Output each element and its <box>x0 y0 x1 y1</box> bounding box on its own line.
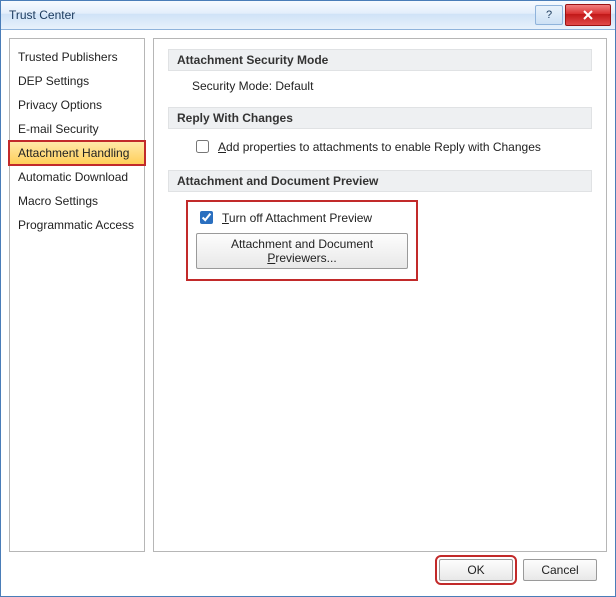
ok-button-label: OK <box>467 563 484 577</box>
close-button[interactable] <box>565 4 611 26</box>
security-mode-value: Default <box>275 79 313 93</box>
titlebar: Trust Center ? <box>1 1 615 30</box>
add-properties-label: Add properties to attachments to enable … <box>218 140 541 154</box>
dialog-body: Trusted Publishers DEP Settings Privacy … <box>1 30 615 596</box>
close-icon <box>582 10 594 20</box>
sidebar-item-label: Attachment Handling <box>18 146 129 160</box>
section-header-reply-changes: Reply With Changes <box>168 107 592 129</box>
add-properties-checkbox[interactable] <box>196 140 209 153</box>
window-title: Trust Center <box>9 8 75 22</box>
sidebar-item-programmatic-access[interactable]: Programmatic Access <box>10 213 144 237</box>
sidebar-item-automatic-download[interactable]: Automatic Download <box>10 165 144 189</box>
security-mode-line: Security Mode: Default <box>192 79 313 93</box>
panels: Trusted Publishers DEP Settings Privacy … <box>9 38 607 552</box>
ok-button[interactable]: OK <box>439 559 513 581</box>
sidebar-item-label: DEP Settings <box>18 74 89 88</box>
sidebar-item-label: Privacy Options <box>18 98 102 112</box>
sidebar-item-email-security[interactable]: E-mail Security <box>10 117 144 141</box>
cancel-button[interactable]: Cancel <box>523 559 597 581</box>
section-header-preview: Attachment and Document Preview <box>168 170 592 192</box>
sidebar-item-label: E-mail Security <box>18 122 99 136</box>
security-mode-label: Security Mode: <box>192 79 272 93</box>
dialog-footer: OK Cancel <box>9 552 607 588</box>
turn-off-preview-row[interactable]: Turn off Attachment Preview <box>196 208 408 227</box>
sidebar-item-label: Trusted Publishers <box>18 50 118 64</box>
turn-off-preview-label: Turn off Attachment Preview <box>222 211 372 225</box>
sidebar-item-label: Automatic Download <box>18 170 128 184</box>
help-icon: ? <box>546 9 552 21</box>
add-properties-row[interactable]: Add properties to attachments to enable … <box>192 137 582 156</box>
category-sidebar: Trusted Publishers DEP Settings Privacy … <box>9 38 145 552</box>
previewers-button[interactable]: Attachment and Document Previewers... <box>196 233 408 269</box>
sidebar-item-dep-settings[interactable]: DEP Settings <box>10 69 144 93</box>
content-pane: Attachment Security Mode Security Mode: … <box>153 38 607 552</box>
turn-off-preview-checkbox[interactable] <box>200 211 213 224</box>
previewers-button-label: Attachment and Document Previewers... <box>231 237 373 265</box>
section-header-security-mode: Attachment Security Mode <box>168 49 592 71</box>
sidebar-item-label: Macro Settings <box>18 194 98 208</box>
trust-center-window: Trust Center ? Trusted Publishers DEP Se… <box>0 0 616 597</box>
sidebar-item-trusted-publishers[interactable]: Trusted Publishers <box>10 45 144 69</box>
preview-highlight-block: Turn off Attachment Preview Attachment a… <box>186 200 418 281</box>
sidebar-item-label: Programmatic Access <box>18 218 134 232</box>
help-button[interactable]: ? <box>535 5 563 25</box>
title-controls: ? <box>535 4 611 26</box>
cancel-button-label: Cancel <box>541 563 578 577</box>
sidebar-item-attachment-handling[interactable]: Attachment Handling <box>9 141 145 165</box>
sidebar-item-privacy-options[interactable]: Privacy Options <box>10 93 144 117</box>
section-body-reply-changes: Add properties to attachments to enable … <box>168 137 592 170</box>
section-body-security-mode: Security Mode: Default <box>168 79 592 107</box>
sidebar-item-macro-settings[interactable]: Macro Settings <box>10 189 144 213</box>
